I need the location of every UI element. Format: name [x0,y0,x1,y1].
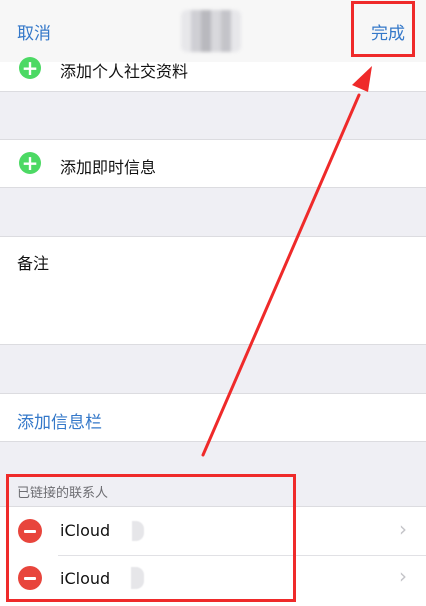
annotation-arrow [201,66,372,457]
